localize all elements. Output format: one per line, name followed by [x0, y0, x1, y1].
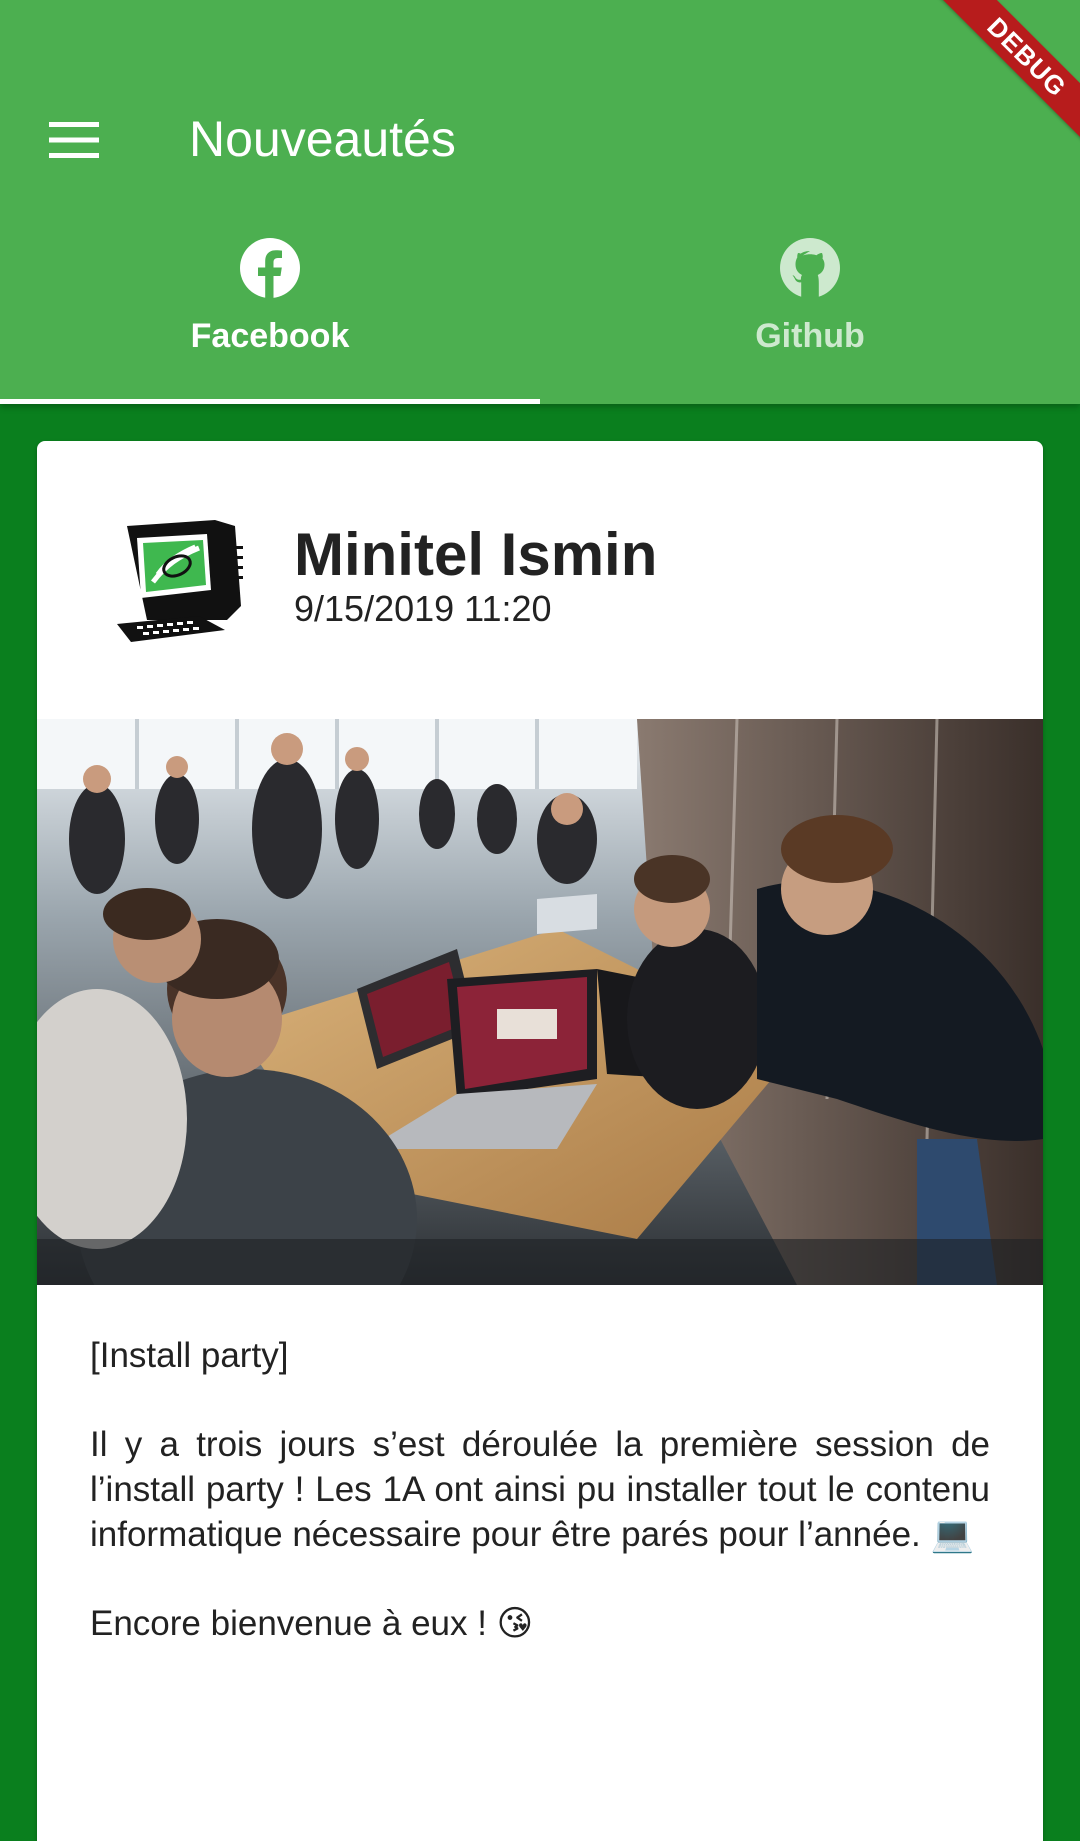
post-text: [Install party] Il y a trois jours s’est…: [90, 1333, 990, 1646]
post-photo: [37, 719, 1043, 1285]
menu-button[interactable]: [32, 98, 116, 182]
debug-banner: DEBUG: [932, 0, 1080, 152]
hamburger-menu-icon: [49, 122, 99, 158]
tab-bar: Facebook Github: [0, 210, 1080, 404]
post-author: Minitel Ismin: [294, 521, 658, 588]
minitel-logo-icon: [117, 520, 243, 642]
tab-github[interactable]: Github: [540, 210, 1080, 404]
tab-indicator: [0, 399, 540, 404]
github-icon: [780, 238, 840, 298]
tab-label-github: Github: [755, 317, 865, 355]
page-title: Nouveautés: [189, 111, 456, 167]
post-date: 9/15/2019 11:20: [294, 588, 552, 629]
facebook-icon: [240, 238, 300, 298]
post-card[interactable]: Minitel Ismin 9/15/2019 11:20 [Install p…: [37, 441, 1043, 1841]
tab-facebook[interactable]: Facebook: [0, 210, 540, 404]
tab-label-facebook: Facebook: [190, 317, 350, 355]
post-paragraph: Il y a trois jours s’est déroulée la pre…: [90, 1425, 990, 1554]
post-paragraph: [Install party]: [90, 1336, 289, 1375]
post-paragraph: Encore bienvenue à eux ! 😘: [90, 1604, 534, 1643]
app-bar: Nouveautés DEBUG Facebook Github: [0, 0, 1080, 404]
